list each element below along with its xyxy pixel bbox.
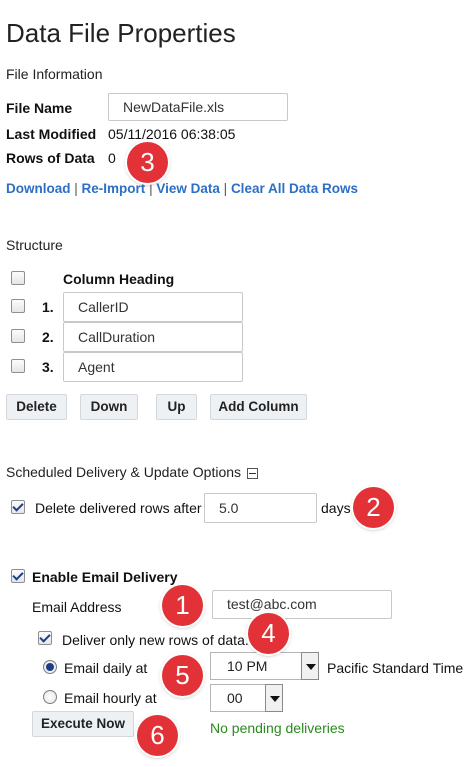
callout-badge-1: 1: [162, 585, 203, 626]
collapse-icon[interactable]: [246, 467, 258, 479]
deliver-new-rows-label: Deliver only new rows of data.: [62, 632, 249, 648]
email-address-field[interactable]: test@abc.com: [212, 590, 392, 619]
reimport-link[interactable]: Re-Import: [82, 181, 146, 196]
last-modified-label: Last Modified: [6, 126, 97, 142]
execute-now-button[interactable]: Execute Now: [32, 711, 134, 737]
clear-all-rows-link[interactable]: Clear All Data Rows: [231, 181, 358, 196]
email-daily-radio[interactable]: [43, 660, 57, 674]
enable-email-delivery-checkbox[interactable]: [11, 569, 25, 583]
chevron-down-icon[interactable]: [301, 652, 319, 680]
email-hourly-label: Email hourly at: [64, 690, 157, 706]
callout-badge-2: 2: [353, 487, 394, 528]
column-row-2-number: 2.: [42, 329, 54, 345]
email-address-label: Email Address: [32, 599, 122, 615]
structure-heading: Structure: [6, 237, 63, 253]
file-information-heading: File Information: [6, 66, 103, 82]
column-row-1-checkbox[interactable]: [11, 299, 25, 313]
column-row-1-field[interactable]: CallerID: [63, 292, 243, 322]
link-separator: |: [149, 181, 153, 196]
delivery-status-text: No pending deliveries: [210, 720, 345, 736]
days-suffix: days.: [321, 500, 355, 516]
add-column-button[interactable]: Add Column: [210, 394, 307, 420]
daily-time-select[interactable]: 10 PM: [210, 652, 319, 680]
hourly-minute-value: 00: [227, 690, 243, 706]
callout-badge-4: 4: [248, 613, 289, 654]
rows-of-data-value: 0: [108, 150, 116, 166]
scheduled-delivery-title: Scheduled Delivery & Update Options: [6, 464, 242, 480]
days-field[interactable]: 5.0: [204, 493, 317, 523]
email-daily-label: Email daily at: [64, 660, 148, 676]
view-data-link[interactable]: View Data: [156, 181, 220, 196]
deliver-new-rows-checkbox[interactable]: [38, 631, 52, 645]
page-title: Data File Properties: [6, 18, 236, 48]
last-modified-value: 05/11/2016 06:38:05: [108, 126, 236, 142]
callout-badge-3: 3: [127, 142, 168, 183]
rows-of-data-label: Rows of Data: [6, 150, 95, 166]
chevron-down-icon[interactable]: [265, 684, 283, 712]
column-row-3-number: 3.: [42, 359, 54, 375]
link-separator: |: [223, 181, 228, 196]
link-separator: |: [74, 181, 78, 196]
callout-badge-6: 6: [137, 715, 178, 756]
enable-email-delivery-label: Enable Email Delivery: [32, 569, 178, 585]
hourly-minute-select[interactable]: 00: [210, 684, 283, 712]
file-name-label: File Name: [6, 100, 73, 116]
move-up-button[interactable]: Up: [156, 394, 197, 420]
column-row-2-field[interactable]: CallDuration: [63, 322, 243, 352]
download-link[interactable]: Download: [6, 181, 71, 196]
select-all-columns-checkbox[interactable]: [11, 271, 25, 285]
column-row-3-checkbox[interactable]: [11, 359, 25, 373]
file-name-field[interactable]: NewDataFile.xls: [108, 93, 288, 121]
column-row-1-number: 1.: [42, 299, 54, 315]
scheduled-delivery-heading: Scheduled Delivery & Update Options: [6, 464, 258, 480]
daily-time-value: 10 PM: [227, 658, 268, 674]
column-row-3-field[interactable]: Agent: [63, 352, 243, 382]
column-row-2-checkbox[interactable]: [11, 329, 25, 343]
move-down-button[interactable]: Down: [80, 394, 138, 420]
delete-delivered-rows-label: Delete delivered rows after: [35, 500, 202, 516]
file-actions-links: Download | Re-Import | View Data | Clear…: [6, 181, 358, 196]
column-heading-label: Column Heading: [63, 271, 175, 287]
callout-badge-5: 5: [162, 655, 203, 696]
delete-column-button[interactable]: Delete: [6, 394, 67, 420]
timezone-label: Pacific Standard Time: [327, 660, 464, 676]
delete-delivered-rows-checkbox[interactable]: [11, 500, 25, 514]
email-hourly-radio[interactable]: [43, 690, 57, 704]
